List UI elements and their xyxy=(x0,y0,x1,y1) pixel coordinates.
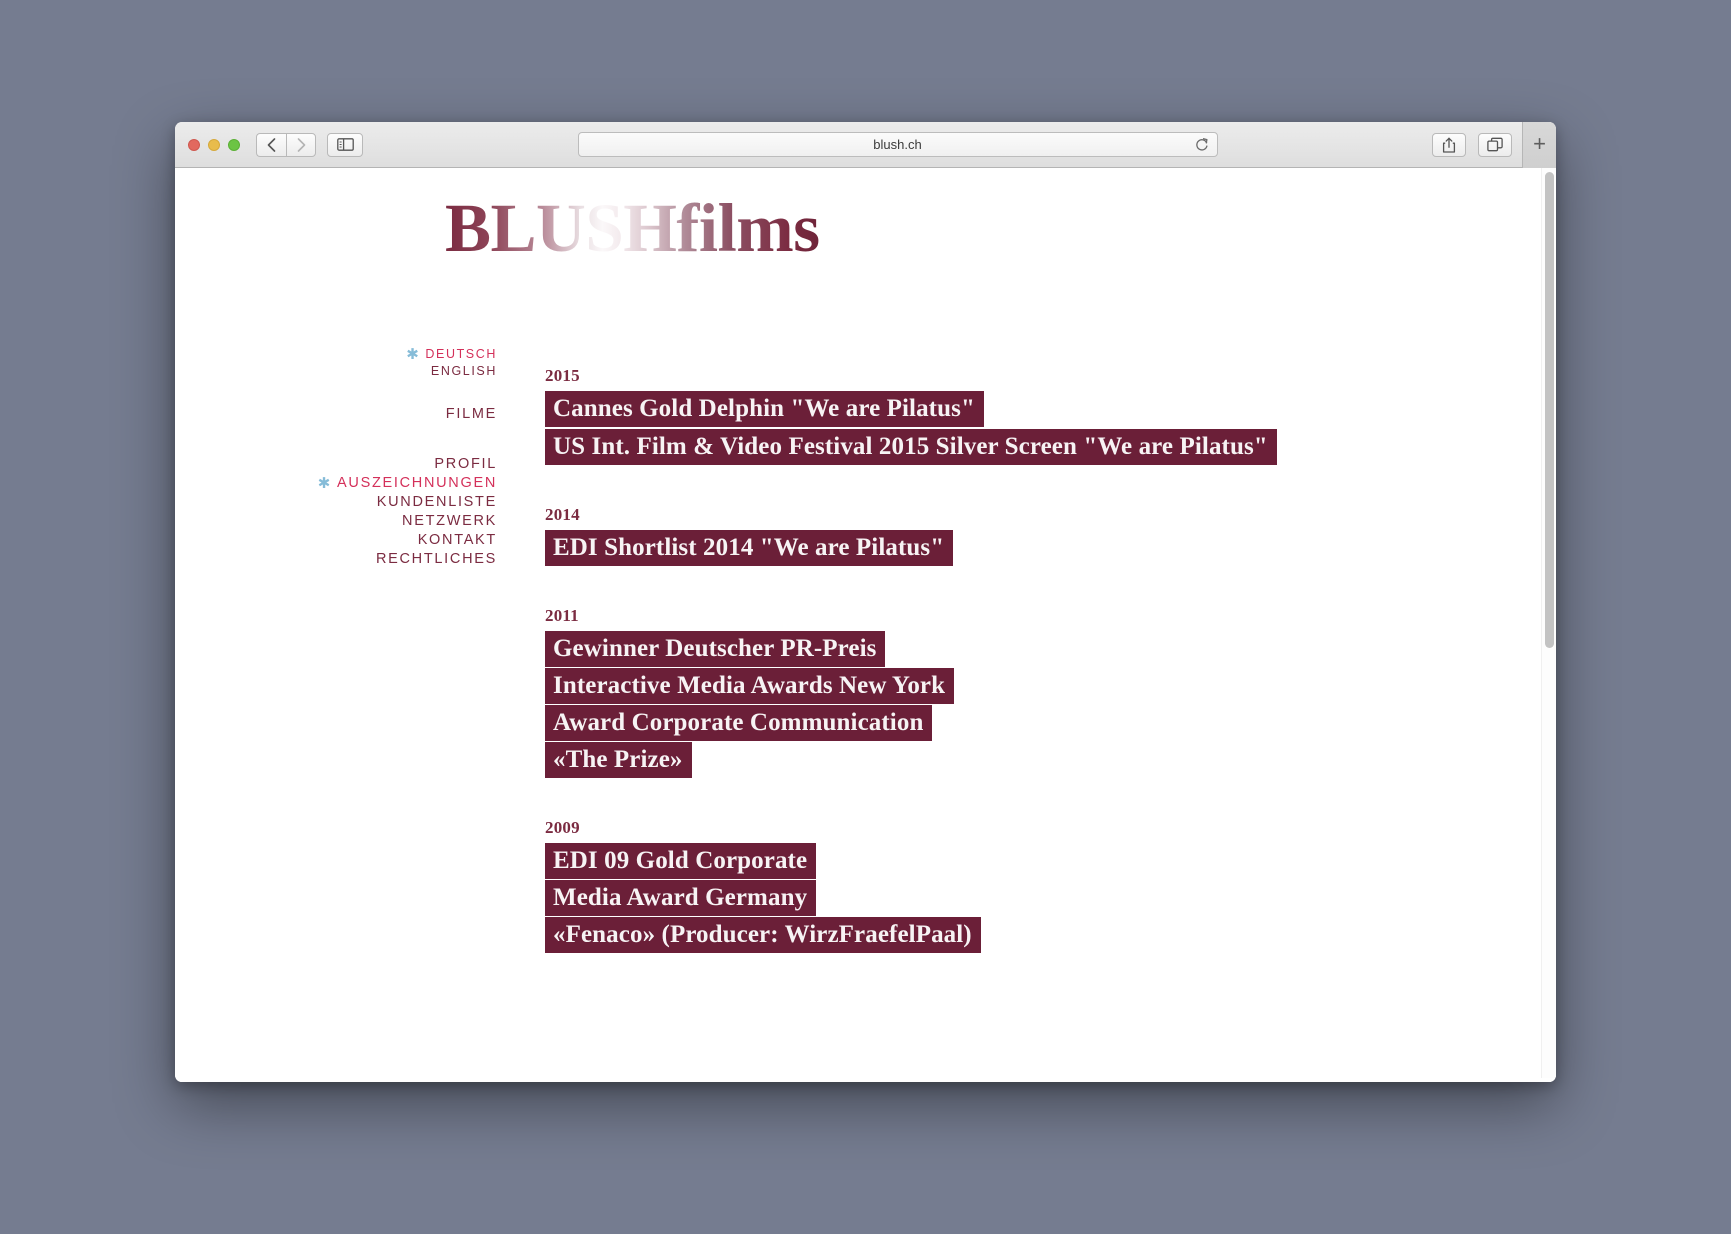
language-label-english: ENGLISH xyxy=(430,364,497,378)
reload-button[interactable] xyxy=(1194,136,1211,153)
language-label-deutsch: DEUTSCH xyxy=(425,347,497,361)
scrollbar-thumb[interactable] xyxy=(1545,172,1554,648)
minimize-window-button[interactable] xyxy=(208,138,220,151)
award-year-group: 2009 EDI 09 Gold Corporate Media Award G… xyxy=(545,818,1525,953)
award-item: «Fenaco» (Producer: WirzFraefelPaal) xyxy=(545,917,981,953)
share-icon xyxy=(1442,137,1456,153)
sidebar-item-auszeichnungen[interactable]: ✱ AUSZEICHNUNGEN xyxy=(175,474,533,493)
forward-button[interactable] xyxy=(286,132,316,157)
address-bar-container: blush.ch xyxy=(363,132,1432,157)
award-item: Cannes Gold Delphin "We are Pilatus" xyxy=(545,391,984,427)
award-row: Cannes Gold Delphin "We are Pilatus" xyxy=(545,391,1525,427)
asterisk-marker-icon: ✱ xyxy=(317,475,333,492)
toolbar-right-buttons xyxy=(1432,132,1512,157)
award-year-heading: 2015 xyxy=(545,366,580,385)
navigation-buttons xyxy=(256,132,316,157)
award-item: «The Prize» xyxy=(545,742,692,778)
award-row: Interactive Media Awards New York xyxy=(545,668,1525,704)
nav-label-kundenliste: KUNDENLISTE xyxy=(376,494,497,510)
url-text: blush.ch xyxy=(873,137,922,152)
webpage-content: BLUSHfilms ✱DEUTSCH ✱ENGLISH ✱FILME ✱P xyxy=(175,168,1556,1082)
award-year-group: 2015 Cannes Gold Delphin "We are Pilatus… xyxy=(545,366,1525,465)
award-item: Award Corporate Communication xyxy=(545,705,933,741)
back-button[interactable] xyxy=(256,132,286,157)
address-bar[interactable]: blush.ch xyxy=(577,132,1218,157)
new-tab-button[interactable]: + xyxy=(1522,122,1556,168)
safari-browser-window: blush.ch + BLUSHfilms ✱ DEUTSCH ENGLISH … xyxy=(175,122,1556,1082)
language-item-deutsch[interactable]: ✱ DEUTSCH xyxy=(175,346,533,363)
award-row: «Fenaco» (Producer: WirzFraefelPaal) xyxy=(545,917,1525,953)
award-year-heading: 2011 xyxy=(545,606,579,625)
award-item: EDI Shortlist 2014 "We are Pilatus" xyxy=(545,530,954,566)
show-tabs-icon xyxy=(1487,137,1503,152)
award-item: Interactive Media Awards New York xyxy=(545,668,955,704)
award-row: Media Award Germany xyxy=(545,880,1525,916)
share-button[interactable] xyxy=(1432,132,1466,157)
nav-label-rechtliches: RECHTLICHES xyxy=(375,551,497,567)
show-tabs-button[interactable] xyxy=(1478,132,1512,157)
award-row: Award Corporate Communication xyxy=(545,705,1525,741)
vertical-scrollbar[interactable] xyxy=(1541,168,1556,1082)
award-row: US Int. Film & Video Festival 2015 Silve… xyxy=(545,429,1525,465)
close-window-button[interactable] xyxy=(188,138,200,151)
sidebar-item-profil[interactable]: ✱PROFIL xyxy=(175,455,533,474)
window-bottom-edge xyxy=(175,1078,1556,1082)
award-item: US Int. Film & Video Festival 2015 Silve… xyxy=(545,429,1277,465)
award-year-heading: 2009 xyxy=(545,818,580,837)
nav-label-kontakt: KONTAKT xyxy=(417,532,497,548)
sidebar-item-filme[interactable]: ✱FILME xyxy=(175,405,533,424)
maximize-window-button[interactable] xyxy=(228,138,240,151)
chevron-left-icon xyxy=(267,137,276,152)
nav-label-filme: FILME xyxy=(445,406,497,422)
sidebar-item-netzwerk[interactable]: ✱NETZWERK xyxy=(175,512,533,531)
reload-icon xyxy=(1196,138,1208,151)
language-item-english[interactable]: ✱ENGLISH xyxy=(175,363,533,380)
award-item: EDI 09 Gold Corporate xyxy=(545,843,817,879)
award-row: EDI Shortlist 2014 "We are Pilatus" xyxy=(545,530,1525,566)
awards-list: 2015 Cannes Gold Delphin "We are Pilatus… xyxy=(545,366,1525,993)
asterisk-marker-icon: ✱ xyxy=(406,346,421,363)
sidebar-icon xyxy=(336,138,354,151)
award-row: «The Prize» xyxy=(545,742,1525,778)
sidebar-item-kundenliste[interactable]: ✱KUNDENLISTE xyxy=(175,493,533,512)
award-row: Gewinner Deutscher PR-Preis xyxy=(545,631,1525,667)
site-navigation: ✱DEUTSCH ✱ENGLISH ✱FILME ✱PROFIL ✱AUSZ xyxy=(175,346,533,569)
nav-label-auszeichnungen: AUSZEICHNUNGEN xyxy=(337,475,497,491)
award-row: EDI 09 Gold Corporate xyxy=(545,843,1525,879)
window-controls xyxy=(188,138,240,151)
award-year-group: 2014 EDI Shortlist 2014 "We are Pilatus" xyxy=(545,505,1525,566)
page-viewport: BLUSHfilms ✱DEUTSCH ✱ENGLISH ✱FILME ✱P xyxy=(175,168,1556,1082)
sidebar-toggle-button[interactable] xyxy=(327,132,363,157)
sidebar-item-kontakt[interactable]: ✱KONTAKT xyxy=(175,531,533,550)
award-item: Gewinner Deutscher PR-Preis xyxy=(545,631,886,667)
chevron-right-icon xyxy=(297,137,305,152)
award-year-group: 2011 Gewinner Deutscher PR-Preis Interac… xyxy=(545,606,1525,778)
award-item: Media Award Germany xyxy=(545,880,817,916)
browser-toolbar: blush.ch + xyxy=(175,122,1556,168)
site-logo[interactable]: BLUSHfilms xyxy=(445,194,820,263)
award-year-heading: 2014 xyxy=(545,505,580,524)
sidebar-item-rechtliches[interactable]: ✱RECHTLICHES xyxy=(175,550,533,569)
nav-label-netzwerk: NETZWERK xyxy=(402,513,497,529)
nav-label-profil: PROFIL xyxy=(434,456,497,472)
desktop-background: blush.ch + BLUSHfilms ✱ DEUTSCH ENGLISH … xyxy=(0,0,1731,1234)
